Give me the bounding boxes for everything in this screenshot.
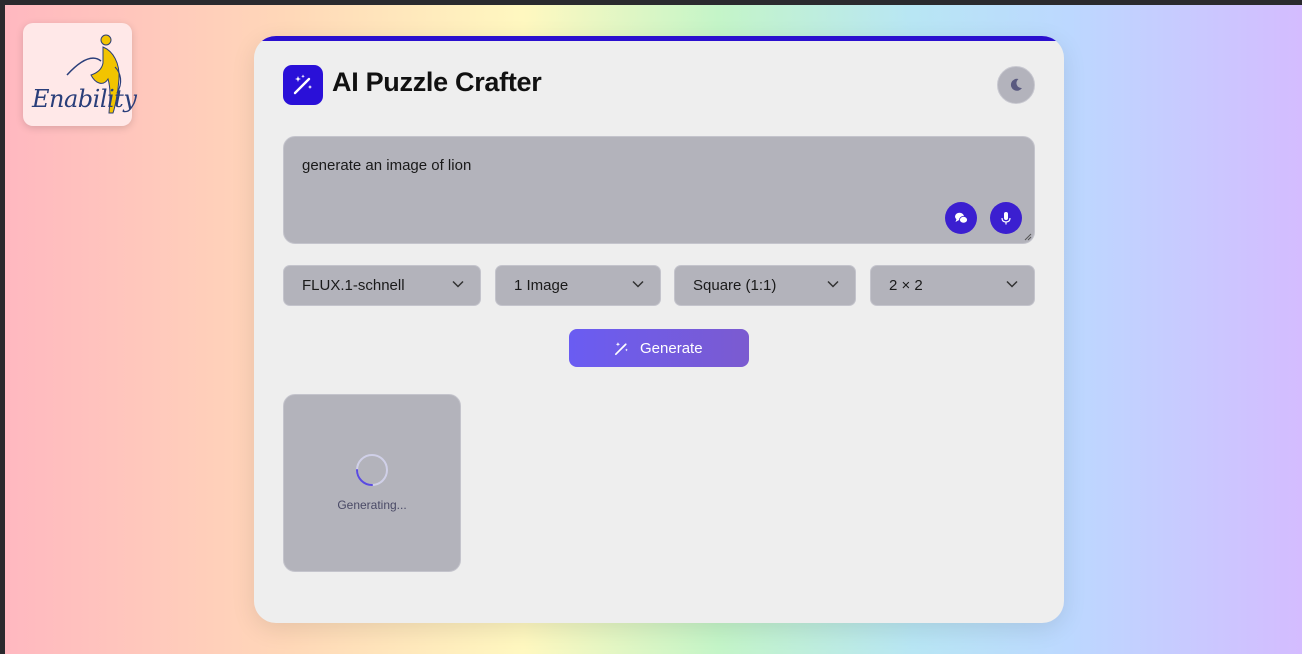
- chevron-down-icon: [1006, 280, 1018, 288]
- aspect-ratio-select[interactable]: Square (1:1): [674, 265, 856, 306]
- image-count-select-value: 1 Image: [514, 277, 569, 294]
- prompt-input-value[interactable]: generate an image of lion: [302, 157, 471, 174]
- model-select-value: FLUX.1-schnell: [302, 277, 405, 294]
- prompt-input[interactable]: generate an image of lion: [283, 136, 1035, 244]
- resize-handle-icon[interactable]: [1024, 233, 1032, 241]
- aspect-ratio-select-value: Square (1:1): [693, 277, 777, 294]
- voice-input-button[interactable]: [990, 202, 1022, 234]
- chevron-down-icon: [827, 280, 839, 288]
- magic-wand-icon: [293, 74, 312, 95]
- image-count-select[interactable]: 1 Image: [495, 265, 661, 306]
- model-select[interactable]: FLUX.1-schnell: [283, 265, 481, 306]
- result-status-text: Generating...: [337, 498, 407, 512]
- enability-logo[interactable]: Enability: [23, 23, 137, 126]
- puzzle-grid-select[interactable]: 2 × 2: [870, 265, 1035, 306]
- generate-button[interactable]: Generate: [569, 329, 749, 367]
- page-title: AI Puzzle Crafter: [332, 67, 542, 97]
- theme-toggle-button[interactable]: [997, 66, 1035, 104]
- microphone-icon: [1001, 212, 1011, 225]
- logo-text: Enability: [32, 85, 137, 113]
- result-tile: Generating...: [283, 394, 461, 572]
- chevron-down-icon: [452, 280, 464, 288]
- chat-bubbles-icon: [955, 212, 968, 224]
- loading-spinner-icon: [356, 454, 388, 486]
- app-logo: [283, 65, 323, 105]
- chevron-down-icon: [632, 280, 644, 288]
- main-card: AI Puzzle Crafter generate an image of l…: [254, 36, 1064, 623]
- generate-button-label: Generate: [640, 340, 703, 357]
- moon-icon: [1010, 78, 1022, 91]
- magic-wand-icon: [614, 342, 628, 356]
- card-accent-bar: [254, 36, 1064, 41]
- chat-assistant-button[interactable]: [945, 202, 977, 234]
- puzzle-grid-select-value: 2 × 2: [889, 277, 923, 294]
